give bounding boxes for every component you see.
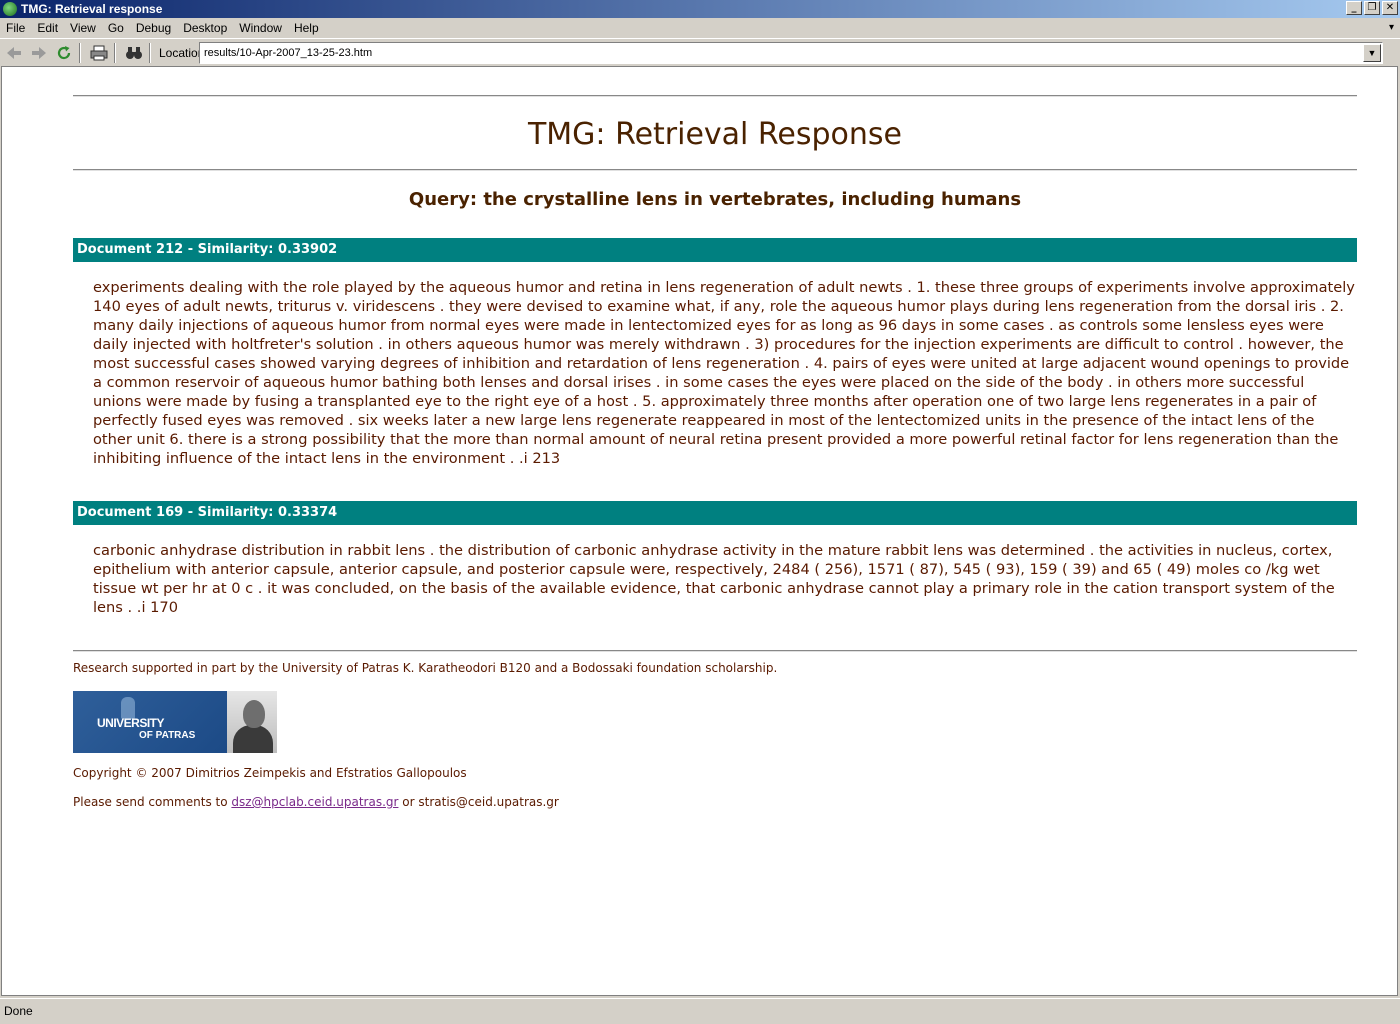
forward-icon[interactable] bbox=[28, 42, 50, 64]
university-of-patras-logo: UNIVERSITY OF PATRAS bbox=[73, 691, 227, 753]
window-controls: _ ❐ ✕ bbox=[1346, 1, 1398, 15]
logo-row: UNIVERSITY OF PATRAS bbox=[73, 691, 1357, 753]
menu-debug[interactable]: Debug bbox=[130, 21, 177, 35]
dropdown-arrow-icon[interactable]: ▼ bbox=[1363, 44, 1381, 62]
document-header: Document 212 - Similarity: 0.33902 bbox=[73, 238, 1357, 262]
document-header: Document 169 - Similarity: 0.33374 bbox=[73, 501, 1357, 525]
document-text: carbonic anhydrase distribution in rabbi… bbox=[93, 542, 1335, 616]
maximize-button[interactable]: ❐ bbox=[1364, 1, 1380, 15]
menu-file[interactable]: File bbox=[0, 21, 31, 35]
menu-bar: File Edit View Go Debug Desktop Window H… bbox=[0, 18, 1400, 38]
status-bar: Done bbox=[0, 998, 1400, 1022]
email-link[interactable]: dsz@hpclab.ceid.upatras.gr bbox=[231, 795, 398, 809]
window-titlebar: TMG: Retrieval response _ ❐ ✕ bbox=[0, 0, 1400, 18]
page-title: TMG: Retrieval Response bbox=[527, 117, 903, 152]
divider bbox=[73, 169, 1357, 171]
toolbar-separator bbox=[114, 42, 116, 63]
location-input[interactable] bbox=[200, 47, 1360, 59]
location-bar: ▼ bbox=[199, 42, 1383, 64]
toolbar-separator bbox=[149, 42, 151, 63]
portrait-head bbox=[243, 700, 265, 728]
menu-desktop[interactable]: Desktop bbox=[177, 21, 233, 35]
reload-icon[interactable] bbox=[53, 42, 75, 64]
menu-view[interactable]: View bbox=[64, 21, 102, 35]
page-body: TMG: Retrieval Response Query: the cryst… bbox=[73, 67, 1357, 809]
minimize-button[interactable]: _ bbox=[1346, 1, 1362, 15]
menu-help[interactable]: Help bbox=[288, 21, 325, 35]
status-text: Done bbox=[4, 1003, 33, 1018]
menu-edit[interactable]: Edit bbox=[31, 21, 64, 35]
menu-go[interactable]: Go bbox=[102, 21, 130, 35]
back-icon[interactable] bbox=[3, 42, 25, 64]
find-icon[interactable] bbox=[123, 42, 145, 64]
comments-prefix: Please send comments to bbox=[73, 795, 228, 809]
divider bbox=[73, 650, 1357, 652]
divider bbox=[73, 95, 1357, 97]
navigation-toolbar: Location: ▼ bbox=[0, 38, 1400, 66]
page-viewport[interactable]: TMG: Retrieval Response Query: the cryst… bbox=[1, 66, 1398, 996]
window-title: TMG: Retrieval response bbox=[21, 2, 163, 16]
menu-window[interactable]: Window bbox=[233, 21, 288, 35]
app-icon bbox=[3, 2, 17, 16]
document-text: experiments dealing with the role played… bbox=[93, 279, 1355, 467]
research-note: Research supported in part by the Univer… bbox=[73, 661, 778, 675]
karatheodori-portrait bbox=[227, 691, 277, 753]
toolbar-separator bbox=[79, 42, 81, 63]
copyright-text: Copyright © 2007 Dimitrios Zeimpekis and… bbox=[73, 766, 467, 780]
email-plain: stratis@ceid.upatras.gr bbox=[418, 795, 559, 809]
comments-or: or bbox=[402, 795, 415, 809]
menu-grip-icon: ▾ bbox=[1388, 22, 1394, 33]
comments-line: Please send comments to dsz@hpclab.ceid.… bbox=[73, 795, 1357, 809]
print-icon[interactable] bbox=[88, 42, 110, 64]
query-heading: Query: the crystalline lens in vertebrat… bbox=[408, 189, 1022, 210]
logo-line2: OF PATRAS bbox=[139, 730, 196, 741]
portrait-body bbox=[233, 725, 273, 753]
close-button[interactable]: ✕ bbox=[1382, 1, 1398, 15]
logo-line1: UNIVERSITY bbox=[97, 716, 165, 730]
